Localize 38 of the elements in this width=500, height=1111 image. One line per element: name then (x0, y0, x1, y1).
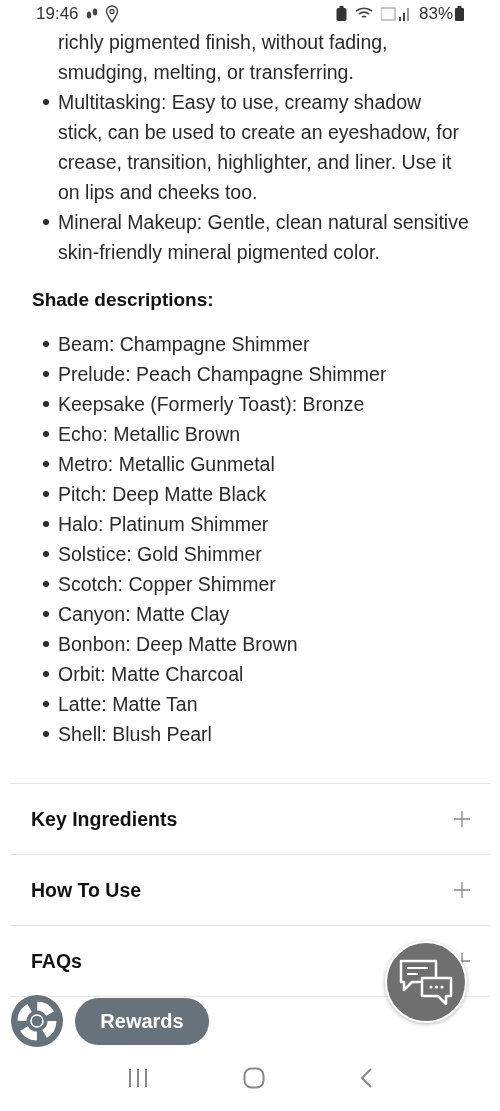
shade-item: Shell: Blush Pearl (40, 719, 470, 749)
battery-percent: 83% (418, 3, 453, 24)
bullet-item: Multitasking: Easy to use, creamy shadow stick, can be used to create an eyeshadow, for crease, transition, highlighter, and liner. Use it on lips and cheeks too. (40, 87, 470, 207)
lifebuoy-icon (17, 1001, 57, 1041)
bullet-item: Mineral Makeup: Gentle, clean natural sensitive skin-friendly mineral pigmented color. (40, 207, 470, 267)
shade-item: Canyon: Matte Clay (40, 599, 470, 629)
shade-item: Beam: Champagne Shimmer (40, 329, 470, 359)
shade-item: Prelude: Peach Champagne Shimmer (40, 359, 470, 389)
shade-item: Metro: Metallic Gunmetal (40, 449, 470, 479)
steps-icon (84, 6, 99, 21)
rewards-button[interactable]: Rewards (75, 998, 209, 1045)
shade-item: Echo: Metallic Brown (40, 419, 470, 449)
shade-item: Halo: Platinum Shimmer (40, 509, 470, 539)
wifi-icon (354, 6, 375, 21)
battery-saver-icon (335, 6, 347, 21)
shade-item: Pitch: Deep Matte Black (40, 479, 470, 509)
accordion-title: FAQs (31, 949, 82, 973)
recent-apps-icon[interactable] (127, 1068, 149, 1088)
chat-button[interactable] (385, 941, 467, 1023)
accordion-row[interactable]: How To Use (10, 855, 490, 926)
shade-item: Orbit: Matte Charcoal (40, 659, 470, 689)
help-button[interactable] (11, 995, 63, 1047)
location-icon (104, 4, 119, 23)
home-icon[interactable] (243, 1067, 265, 1089)
back-icon[interactable] (359, 1067, 373, 1089)
accordion-title: Key Ingredients (31, 807, 178, 831)
shade-item: Latte: Matte Tan (40, 689, 470, 719)
chat-bubbles-icon (398, 958, 454, 1006)
shade-item: Bonbon: Deep Matte Brown (40, 629, 470, 659)
shade-item: Keepsake (Formerly Toast): Bronze (40, 389, 470, 419)
accordion-title: How To Use (31, 878, 142, 902)
battery-icon (455, 6, 464, 21)
section-heading: Shade descriptions: (32, 288, 215, 312)
paragraph-text: richly pigmented finish, without fading, smudging, melting, or transferring. (57, 30, 389, 85)
accordion-row[interactable]: Key Ingredients (10, 784, 490, 855)
shade-item: Solstice: Gold Shimmer (40, 539, 470, 569)
status-time: 19:46 (36, 3, 79, 24)
shade-item: Scotch: Copper Shimmer (40, 569, 470, 599)
